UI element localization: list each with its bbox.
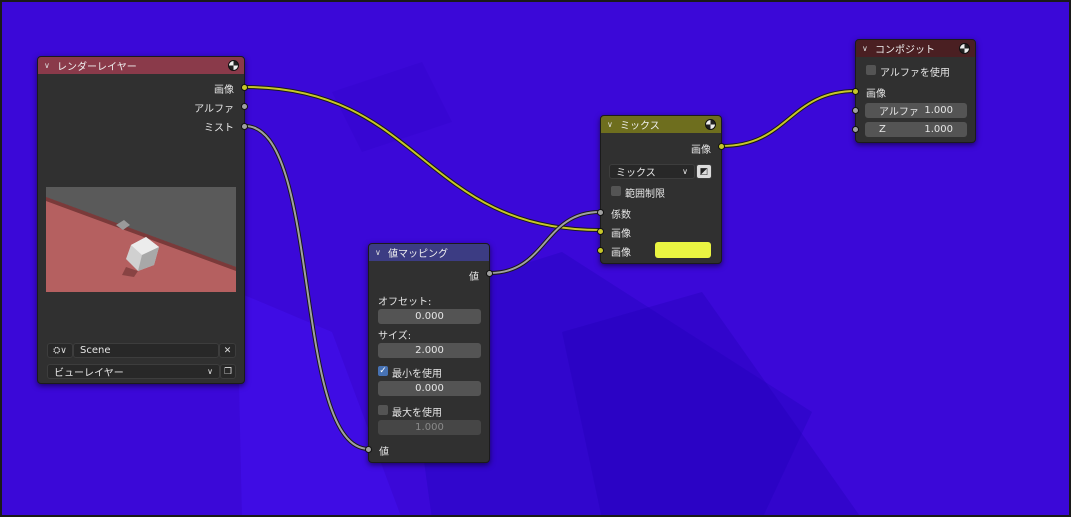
alpha-value: 1.000: [924, 105, 953, 116]
output-label-value: 値: [469, 272, 479, 283]
offset-label: オフセット:: [378, 297, 432, 308]
output-label-image: 画像: [691, 145, 711, 156]
input-label-fac: 係数: [611, 210, 631, 221]
render-layers-node[interactable]: ∨ レンダーレイヤー 画像 アルファ ミスト ⛭∨ Scene ✕ ビューレイヤ…: [37, 56, 248, 384]
view-layer-dropdown[interactable]: ビューレイヤー ∨: [47, 364, 220, 379]
composite-node[interactable]: ∨ コンポジット アルファを使用 画像 アルファ 1.000 Z 1.000: [852, 39, 976, 143]
map-value-node[interactable]: ∨ 値マッピング 値 オフセット: 0.000 サイズ: 2.000 ✓ 最小を…: [365, 243, 493, 463]
output-label-mist: ミスト: [204, 123, 234, 134]
chevron-down-icon: ∨: [682, 167, 688, 176]
node-title: レンダーレイヤー: [57, 62, 137, 73]
node-ball-icon: [705, 119, 716, 130]
node-ball-icon: [959, 43, 970, 54]
color-swatch[interactable]: [655, 242, 711, 258]
composite-header[interactable]: ∨ コンポジット: [856, 40, 975, 57]
alpha-label: アルファ: [879, 107, 919, 118]
chevron-down-icon[interactable]: ∨: [607, 120, 617, 129]
min-field[interactable]: 0.000: [378, 381, 481, 396]
use-alpha-label: アルファを使用: [880, 68, 950, 79]
use-min-checkbox[interactable]: ✓: [378, 366, 388, 376]
chevron-down-icon[interactable]: ∨: [375, 248, 385, 257]
render-preview-image: [46, 187, 236, 292]
z-label: Z: [879, 124, 886, 135]
input-label-value: 値: [379, 447, 389, 458]
z-field[interactable]: Z 1.000: [865, 122, 967, 137]
scene-value: Scene: [80, 345, 111, 356]
node-ball-icon: [228, 60, 239, 71]
output-socket-alpha[interactable]: [241, 103, 248, 110]
input-socket-fac[interactable]: [597, 209, 604, 216]
input-socket-image-1[interactable]: [597, 228, 604, 235]
max-field[interactable]: 1.000: [378, 420, 481, 435]
blend-mode-value: ミックス: [616, 168, 656, 179]
output-socket-image[interactable]: [718, 143, 725, 150]
size-label: サイズ:: [378, 331, 412, 342]
map-value-header[interactable]: ∨ 値マッピング: [369, 244, 489, 261]
output-socket-mist[interactable]: [241, 123, 248, 130]
offset-field[interactable]: 0.000: [378, 309, 481, 324]
input-label-image-2: 画像: [611, 248, 631, 259]
mix-header[interactable]: ∨ ミックス: [601, 116, 721, 133]
chevron-down-icon: ∨: [207, 367, 213, 376]
node-editor-canvas[interactable]: ∨ レンダーレイヤー 画像 アルファ ミスト ⛭∨ Scene ✕ ビューレイヤ…: [0, 0, 1071, 517]
input-socket-alpha[interactable]: [852, 107, 859, 114]
output-socket-image[interactable]: [241, 84, 248, 91]
size-field[interactable]: 2.000: [378, 343, 481, 358]
input-socket-image[interactable]: [852, 88, 859, 95]
z-value: 1.000: [924, 124, 953, 135]
chevron-down-icon[interactable]: ∨: [862, 44, 872, 53]
clamp-checkbox[interactable]: [611, 186, 621, 196]
duplicate-icon[interactable]: ❐: [220, 364, 236, 379]
use-alpha-checkbox[interactable]: [866, 65, 876, 75]
input-socket-image-2[interactable]: [597, 247, 604, 254]
render-layers-header[interactable]: ∨ レンダーレイヤー: [38, 57, 244, 74]
input-label-image-1: 画像: [611, 229, 631, 240]
use-alpha-icon[interactable]: ◩: [696, 164, 712, 179]
input-socket-value[interactable]: [365, 446, 372, 453]
node-title: ミックス: [620, 121, 660, 132]
use-max-checkbox[interactable]: [378, 405, 388, 415]
chevron-down-icon[interactable]: ∨: [44, 61, 54, 70]
output-socket-value[interactable]: [486, 270, 493, 277]
input-label-image: 画像: [866, 89, 886, 100]
use-max-label: 最大を使用: [392, 408, 442, 419]
scene-field[interactable]: Scene: [73, 343, 219, 358]
clamp-label: 範囲制限: [625, 189, 665, 200]
node-title: 値マッピング: [388, 249, 448, 260]
input-socket-z[interactable]: [852, 126, 859, 133]
close-icon[interactable]: ✕: [219, 343, 236, 358]
view-layer-value: ビューレイヤー: [54, 368, 124, 379]
mix-node[interactable]: ∨ ミックス 画像 ミックス ∨ ◩ 範囲制限 係数 画像 画像: [597, 115, 725, 264]
scene-icon[interactable]: ⛭∨: [47, 343, 73, 358]
output-label-image: 画像: [214, 85, 234, 96]
blend-mode-dropdown[interactable]: ミックス ∨: [609, 164, 695, 179]
node-title: コンポジット: [875, 45, 935, 56]
use-min-label: 最小を使用: [392, 369, 442, 380]
output-label-alpha: アルファ: [194, 104, 234, 115]
alpha-field[interactable]: アルファ 1.000: [865, 103, 967, 118]
